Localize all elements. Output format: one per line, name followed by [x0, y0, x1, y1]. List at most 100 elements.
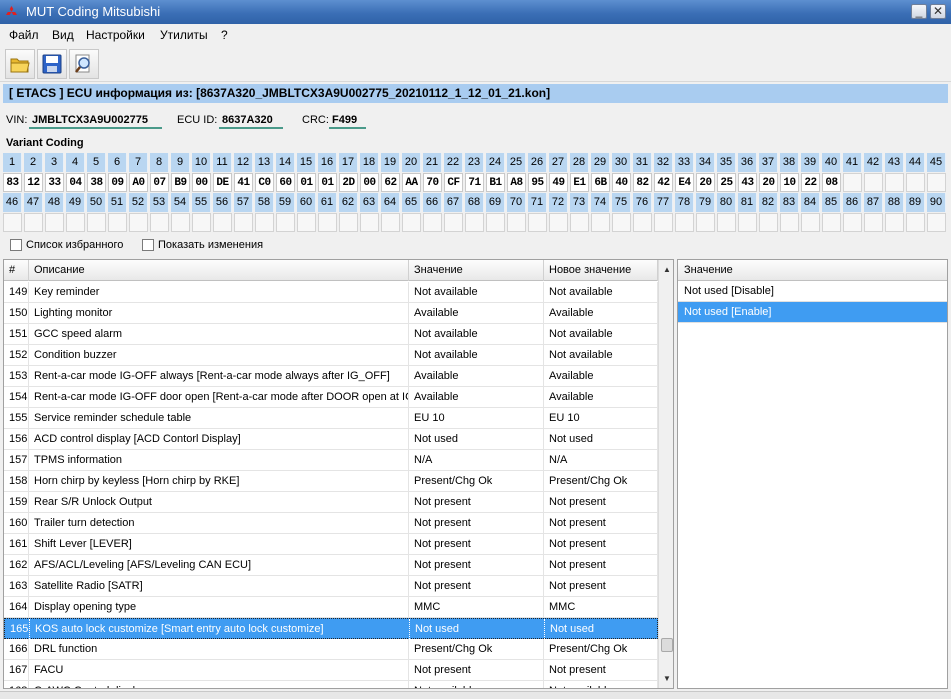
table-row[interactable]: 158 Horn chirp by keyless [Horn chirp by … [4, 471, 658, 492]
coding-value-cell[interactable]: C0 [255, 173, 274, 192]
table-row[interactable]: 159 Rear S/R Unlock Output Not present Not … [4, 492, 658, 513]
coding-value-cell[interactable] [612, 213, 631, 232]
header-value[interactable]: Значение [409, 260, 544, 281]
coding-value-cell[interactable]: 00 [192, 173, 211, 192]
coding-value-cell[interactable]: 2D [339, 173, 358, 192]
coding-value-cell[interactable]: 10 [780, 173, 799, 192]
scroll-up-icon[interactable]: ▲ [659, 262, 673, 278]
coding-value-cell[interactable] [402, 213, 421, 232]
coding-value-cell[interactable]: 07 [150, 173, 169, 192]
coding-value-cell[interactable]: AA [402, 173, 421, 192]
coding-value-cell[interactable]: 01 [318, 173, 337, 192]
coding-value-cell[interactable] [822, 213, 841, 232]
coding-value-cell[interactable]: 20 [759, 173, 778, 192]
coding-value-cell[interactable]: 04 [66, 173, 85, 192]
table-row[interactable]: 166 DRL function Present/Chg Ok Present/Chg… [4, 639, 658, 660]
menu-help[interactable]: ? [221, 28, 228, 42]
table-row[interactable]: 167 FACU Not present Not present [4, 660, 658, 681]
favorites-checkbox[interactable] [10, 239, 22, 251]
table-row[interactable]: 157 TPMS information N/A N/A [4, 450, 658, 471]
coding-value-cell[interactable] [45, 213, 64, 232]
coding-value-cell[interactable]: CF [444, 173, 463, 192]
coding-value-cell[interactable] [276, 213, 295, 232]
coding-value-cell[interactable] [780, 213, 799, 232]
value-option-enable[interactable]: Not used [Enable] [678, 302, 947, 323]
coding-value-cell[interactable]: 83 [3, 173, 22, 192]
coding-value-cell[interactable] [108, 213, 127, 232]
minimize-button[interactable]: _ [911, 4, 927, 19]
table-row[interactable]: 156 ACD control display [ACD Contorl Disp… [4, 429, 658, 450]
coding-value-cell[interactable] [864, 213, 883, 232]
coding-value-cell[interactable] [528, 213, 547, 232]
table-row[interactable]: 168C-AWC Control displayNot availableNot… [4, 681, 658, 688]
menu-utilities[interactable]: Утилиты [160, 28, 208, 42]
header-description[interactable]: Описание [29, 260, 409, 281]
coding-value-cell[interactable]: E1 [570, 173, 589, 192]
coding-value-cell[interactable] [906, 173, 925, 192]
coding-value-cell[interactable]: 20 [696, 173, 715, 192]
table-row[interactable]: 150 Lighting monitor Available Available [4, 303, 658, 324]
coding-value-cell[interactable] [549, 213, 568, 232]
table-row[interactable]: 164 Display opening type MMC MMC [4, 597, 658, 618]
coding-value-cell[interactable]: 33 [45, 173, 64, 192]
coding-value-cell[interactable]: 43 [738, 173, 757, 192]
coding-value-cell[interactable]: 08 [822, 173, 841, 192]
close-button[interactable]: ✕ [930, 4, 946, 19]
coding-value-cell[interactable]: E4 [675, 173, 694, 192]
coding-value-cell[interactable] [717, 213, 736, 232]
coding-value-cell[interactable]: 71 [465, 173, 484, 192]
coding-value-cell[interactable] [3, 213, 22, 232]
show-changes-checkbox[interactable] [142, 239, 154, 251]
coding-value-cell[interactable]: 01 [297, 173, 316, 192]
coding-value-cell[interactable]: 70 [423, 173, 442, 192]
coding-value-cell[interactable]: 62 [381, 173, 400, 192]
table-row[interactable]: 165 KOS auto lock customize [Smart entry … [4, 618, 659, 639]
header-new-value[interactable]: Новое значение [544, 260, 658, 281]
coding-value-cell[interactable] [87, 213, 106, 232]
coding-value-cell[interactable] [129, 213, 148, 232]
coding-value-cell[interactable]: 25 [717, 173, 736, 192]
coding-value-cell[interactable] [654, 213, 673, 232]
coding-value-cell[interactable] [24, 213, 43, 232]
coding-value-cell[interactable]: 40 [612, 173, 631, 192]
coding-value-cell[interactable]: B9 [171, 173, 190, 192]
coding-value-cell[interactable] [675, 213, 694, 232]
coding-value-cell[interactable]: DE [213, 173, 232, 192]
coding-value-cell[interactable] [234, 213, 253, 232]
table-row[interactable]: 154 Rent-a-car mode IG-OFF door open [Ren… [4, 387, 658, 408]
coding-value-cell[interactable]: 49 [549, 173, 568, 192]
coding-value-cell[interactable]: 38 [87, 173, 106, 192]
coding-value-cell[interactable]: 60 [276, 173, 295, 192]
coding-value-cell[interactable] [318, 213, 337, 232]
table-row[interactable]: 163 Satellite Radio [SATR] Not present Not … [4, 576, 658, 597]
coding-value-cell[interactable] [570, 213, 589, 232]
menu-view[interactable]: Вид [52, 28, 74, 42]
table-row[interactable]: 149 Key reminder Not available Not availabl… [4, 282, 658, 303]
coding-value-cell[interactable] [150, 213, 169, 232]
coding-value-cell[interactable] [696, 213, 715, 232]
scroll-thumb[interactable] [661, 638, 673, 652]
coding-value-cell[interactable] [339, 213, 358, 232]
table-row[interactable]: 151 GCC speed alarm Not available Not avail… [4, 324, 658, 345]
coding-value-cell[interactable] [465, 213, 484, 232]
menu-file[interactable]: Файл [9, 28, 39, 42]
coding-value-cell[interactable] [885, 173, 904, 192]
coding-value-cell[interactable] [66, 213, 85, 232]
table-row[interactable]: 162 AFS/ACL/Leveling [AFS/Leveling CAN EC… [4, 555, 658, 576]
table-row[interactable]: 153 Rent-a-car mode IG-OFF always [Rent-a… [4, 366, 658, 387]
coding-value-cell[interactable]: 41 [234, 173, 253, 192]
open-button[interactable] [5, 49, 35, 79]
coding-value-cell[interactable] [591, 213, 610, 232]
coding-value-cell[interactable] [864, 173, 883, 192]
coding-value-cell[interactable] [738, 213, 757, 232]
coding-value-cell[interactable] [843, 213, 862, 232]
coding-value-cell[interactable] [927, 173, 946, 192]
table-row[interactable]: 160 Trailer turn detection Not present Not … [4, 513, 658, 534]
coding-value-cell[interactable] [360, 213, 379, 232]
coding-value-cell[interactable]: 6B [591, 173, 610, 192]
coding-value-cell[interactable] [255, 213, 274, 232]
menu-settings[interactable]: Настройки [86, 28, 145, 42]
coding-value-cell[interactable] [444, 213, 463, 232]
table-scrollbar[interactable]: ▲ ▼ [658, 260, 673, 688]
coding-value-cell[interactable] [801, 213, 820, 232]
